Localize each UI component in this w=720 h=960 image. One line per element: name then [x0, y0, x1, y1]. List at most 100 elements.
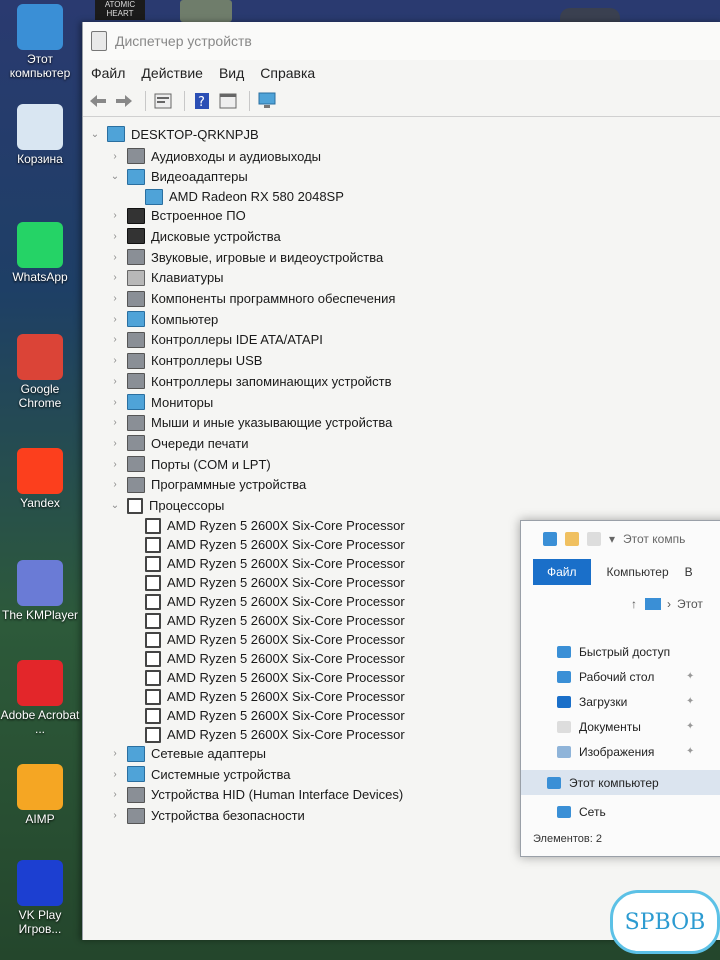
chevron-right-icon[interactable]: › [109, 769, 121, 780]
new-folder-icon[interactable] [587, 532, 601, 546]
network-adapter-icon [127, 745, 145, 762]
back-icon[interactable] [87, 90, 109, 112]
computer-root-node[interactable]: ⌄ DESKTOP-QRKNPJB [89, 124, 259, 144]
device-category[interactable]: › Контроллеры IDE ATA/ATAPI [109, 330, 323, 350]
nav-item[interactable]: Этот компьютер [521, 770, 720, 795]
explorer-titlebar[interactable]: ▾ Этот компь [521, 521, 720, 557]
device-category[interactable]: › Порты (COM и LPT) [109, 454, 271, 474]
device-item[interactable]: AMD Ryzen 5 2600X Six-Core Processor [127, 516, 405, 536]
properties-icon[interactable] [565, 532, 579, 546]
desktop-icon-vkplay[interactable]: VK Play Игров... [0, 860, 80, 936]
forward-icon[interactable] [113, 90, 135, 112]
device-category[interactable]: ⌄ Процессоры [109, 496, 224, 516]
device-category[interactable]: › Устройства безопасности [109, 806, 305, 826]
device-category[interactable]: › Клавиатуры [109, 268, 224, 288]
desktop-icon-acrobat[interactable]: Adobe Acrobat ... [0, 660, 80, 736]
chevron-right-icon[interactable]: › [109, 210, 121, 221]
device-category[interactable]: › Программные устройства [109, 475, 306, 495]
device-item[interactable]: AMD Ryzen 5 2600X Six-Core Processor [127, 649, 405, 669]
nav-item[interactable]: Документы ✦ [521, 714, 720, 739]
nav-item[interactable]: Сеть [521, 799, 720, 824]
ribbon-file-tab[interactable]: Файл [533, 559, 591, 585]
device-item[interactable]: AMD Ryzen 5 2600X Six-Core Processor [127, 535, 405, 555]
properties-icon[interactable] [152, 90, 174, 112]
chevron-down-icon[interactable]: ⌄ [109, 171, 121, 182]
device-item[interactable]: AMD Ryzen 5 2600X Six-Core Processor [127, 554, 405, 574]
device-category[interactable]: › Мониторы [109, 392, 213, 412]
pin-icon[interactable]: ✦ [686, 746, 694, 757]
scan-hardware-icon[interactable] [256, 90, 278, 112]
ribbon-tab-computer[interactable]: Компьютер [607, 565, 669, 579]
menu-item[interactable]: Справка [260, 65, 315, 81]
ribbon-tab-view[interactable]: В [685, 565, 693, 579]
device-category[interactable]: › Компоненты программного обеспечения [109, 289, 395, 309]
device-category[interactable]: › Мыши и иные указывающие устройства [109, 413, 392, 433]
device-category[interactable]: › Очереди печати [109, 433, 249, 453]
device-item[interactable]: AMD Ryzen 5 2600X Six-Core Processor [127, 611, 405, 631]
nav-item[interactable]: Рабочий стол ✦ [521, 664, 720, 689]
chevron-right-icon[interactable]: › [109, 334, 121, 345]
nav-item[interactable]: Изображения ✦ [521, 739, 720, 764]
pin-icon[interactable]: ✦ [686, 721, 694, 732]
chevron-right-icon[interactable]: › [109, 459, 121, 470]
atomic-heart-icon[interactable]: ATOMIC HEART [95, 0, 145, 20]
pin-icon[interactable]: ✦ [686, 671, 694, 682]
chevron-right-icon[interactable]: › [109, 272, 121, 283]
help-icon[interactable]: ? [191, 90, 213, 112]
chevron-down-icon[interactable]: ⌄ [89, 129, 101, 140]
menu-item[interactable]: Действие [141, 65, 203, 81]
device-item[interactable]: AMD Ryzen 5 2600X Six-Core Processor [127, 687, 405, 707]
device-category[interactable]: › Контроллеры запоминающих устройств [109, 371, 391, 391]
device-item[interactable]: AMD Ryzen 5 2600X Six-Core Processor [127, 668, 405, 688]
address-bar[interactable]: ↑ › Этот [521, 587, 720, 621]
update-driver-icon[interactable] [217, 90, 239, 112]
chevron-right-icon[interactable]: › [109, 252, 121, 263]
chevron-right-icon[interactable]: › [109, 417, 121, 428]
desktop-icon-whatsapp[interactable]: WhatsApp [0, 222, 80, 284]
device-category[interactable]: › Встроенное ПО [109, 206, 246, 226]
desktop-icon-yandex[interactable]: Yandex [0, 448, 80, 510]
chevron-right-icon[interactable]: › [109, 397, 121, 408]
device-category[interactable]: › Контроллеры USB [109, 351, 262, 371]
device-category[interactable]: › Дисковые устройства [109, 226, 281, 246]
device-category[interactable]: › Устройства HID (Human Interface Devices… [109, 785, 403, 805]
device-category[interactable]: › Системные устройства [109, 764, 290, 784]
desktop-icon-chrome[interactable]: Google Chrome [0, 334, 80, 410]
chevron-right-icon[interactable]: › [109, 231, 121, 242]
chevron-right-icon[interactable]: › [109, 438, 121, 449]
device-item[interactable]: AMD Ryzen 5 2600X Six-Core Processor [127, 573, 405, 593]
device-item[interactable]: AMD Radeon RX 580 2048SP [127, 187, 344, 207]
chevron-right-icon[interactable]: › [109, 748, 121, 759]
chevron-right-icon[interactable]: › [109, 789, 121, 800]
device-item[interactable]: AMD Ryzen 5 2600X Six-Core Processor [127, 706, 405, 726]
chevron-right-icon[interactable]: › [109, 151, 121, 162]
chevron-right-icon[interactable]: › [109, 293, 121, 304]
device-category[interactable]: › Компьютер [109, 309, 218, 329]
device-manager-titlebar[interactable]: Диспетчер устройств [83, 22, 720, 60]
menu-item[interactable]: Файл [91, 65, 125, 81]
device-item[interactable]: AMD Ryzen 5 2600X Six-Core Processor [127, 630, 405, 650]
chevron-right-icon[interactable]: › [109, 355, 121, 366]
nav-item[interactable]: Загрузки ✦ [521, 689, 720, 714]
desktop-icon-kmplayer[interactable]: The KMPlayer [0, 560, 80, 622]
device-item[interactable]: AMD Ryzen 5 2600X Six-Core Processor [127, 592, 405, 612]
chevron-down-icon[interactable]: ⌄ [109, 500, 121, 511]
device-category[interactable]: ⌄ Видеоадаптеры [109, 167, 248, 187]
device-category[interactable]: › Звуковые, игровые и видеоустройства [109, 247, 383, 267]
chevron-down-icon[interactable]: ▾ [609, 532, 615, 546]
chevron-right-icon[interactable]: › [109, 314, 121, 325]
pin-icon[interactable]: ✦ [686, 696, 694, 707]
desktop-icon-aimp[interactable]: AIMP [0, 764, 80, 826]
desktop-icon-recycle-bin[interactable]: Корзина [0, 104, 80, 166]
chevron-right-icon[interactable]: › [109, 376, 121, 387]
chevron-right-icon[interactable]: › [109, 810, 121, 821]
device-category[interactable]: › Аудиовходы и аудиовыходы [109, 146, 321, 166]
up-arrow-icon[interactable]: ↑ [631, 597, 637, 611]
device-item[interactable]: AMD Ryzen 5 2600X Six-Core Processor [127, 725, 405, 745]
nav-item[interactable]: Быстрый доступ [521, 639, 720, 664]
device-category[interactable]: › Сетевые адаптеры [109, 744, 266, 764]
desktop-image-thumbnail[interactable] [180, 0, 232, 22]
chevron-right-icon[interactable]: › [109, 479, 121, 490]
desktop-icon-this-pc[interactable]: Этот компьютер [0, 4, 80, 80]
menu-item[interactable]: Вид [219, 65, 244, 81]
